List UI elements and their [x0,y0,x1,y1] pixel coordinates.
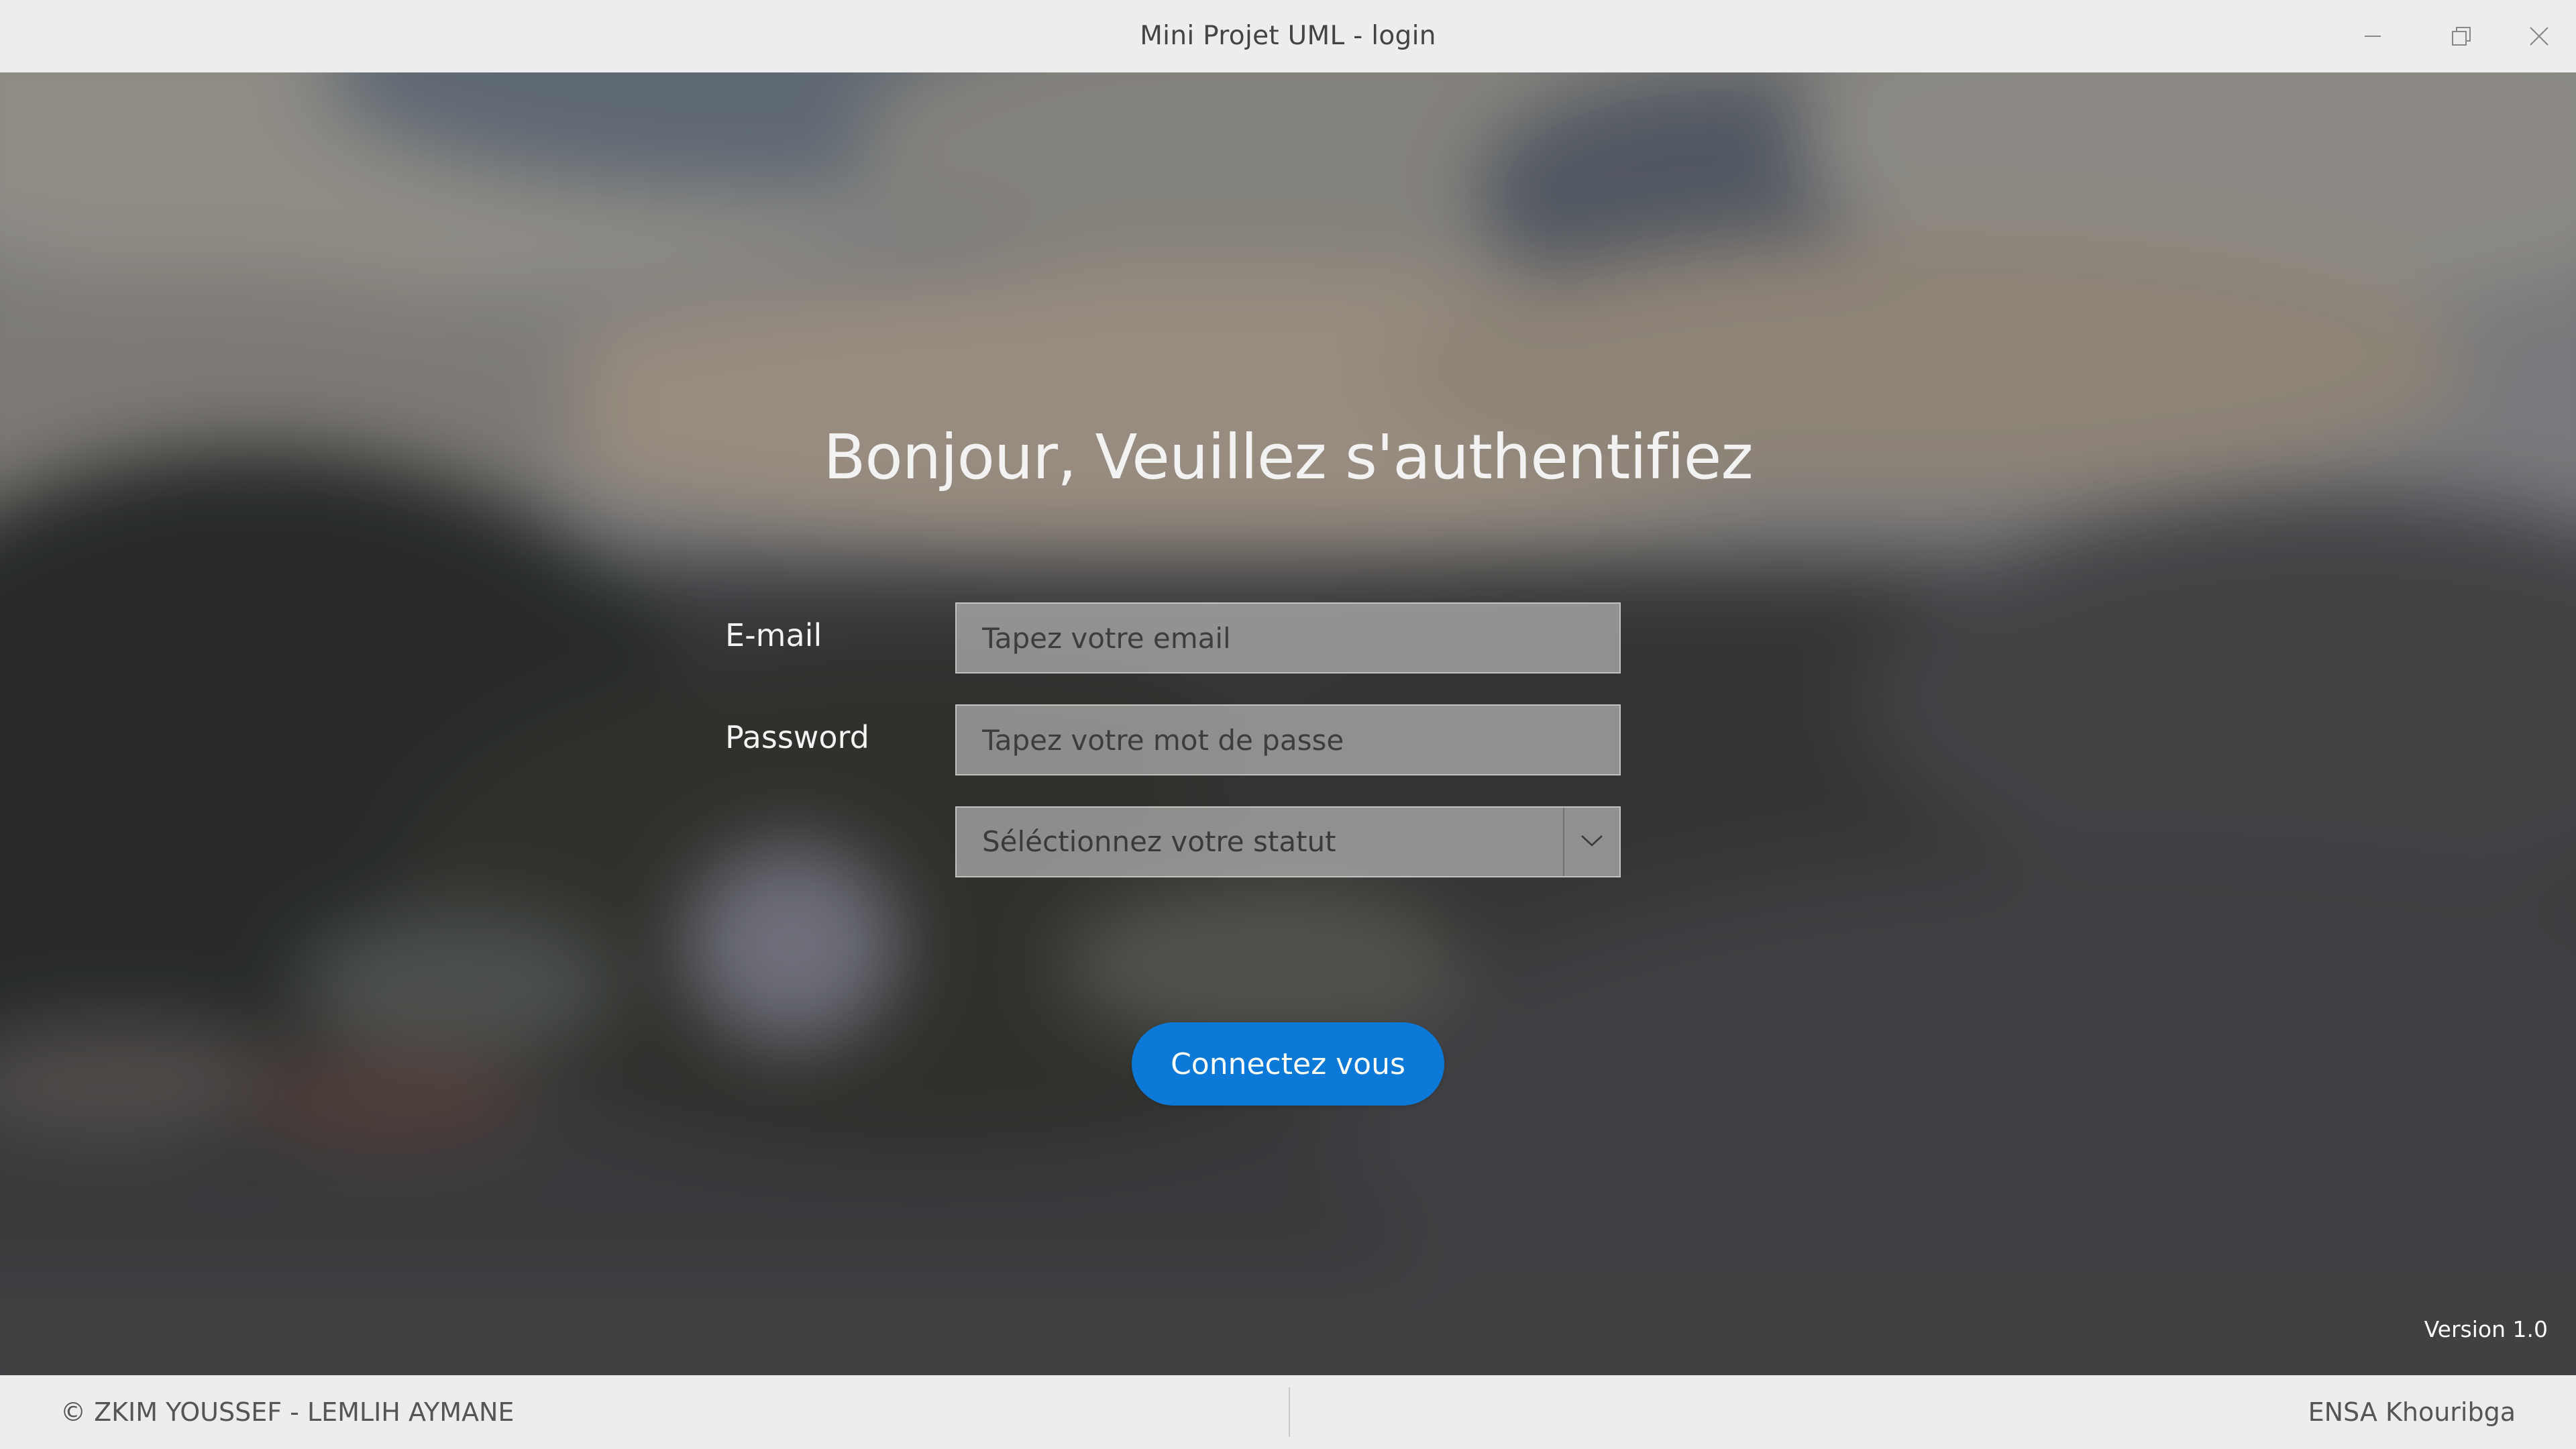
status-select[interactable]: Séléctionnez votre statut [955,806,1621,877]
close-icon [2529,26,2549,46]
status-select-value: Séléctionnez votre statut [982,825,1336,858]
restore-button[interactable] [2418,0,2505,72]
version-label: Version 1.0 [2424,1316,2548,1342]
status-bar: © ZKIM YOUSSEF - LEMLIH AYMANE ENSA Khou… [0,1375,2576,1449]
password-input[interactable] [955,704,1621,775]
chevron-down-icon [1580,834,1603,850]
window-title: Mini Projet UML - login [1140,21,1436,51]
dropdown-toggle[interactable] [1564,808,1619,876]
close-button[interactable] [2496,0,2576,72]
login-view: Bonjour, Veuillez s'authentifiez E-mail … [0,72,2576,1375]
school-name: ENSA Khouribga [2308,1397,2516,1427]
password-label: Password [725,719,869,755]
email-input[interactable] [955,602,1621,674]
login-heading: Bonjour, Veuillez s'authentifiez [823,421,1753,493]
restore-icon [2451,25,2472,47]
connect-button[interactable]: Connectez vous [1132,1022,1444,1106]
minimize-icon [2363,27,2382,46]
email-label: E-mail [725,617,822,653]
minimize-button[interactable] [2329,0,2416,72]
status-separator [1289,1387,1290,1437]
copyright-text: © ZKIM YOUSSEF - LEMLIH AYMANE [60,1397,515,1427]
title-bar: Mini Projet UML - login [0,0,2576,72]
